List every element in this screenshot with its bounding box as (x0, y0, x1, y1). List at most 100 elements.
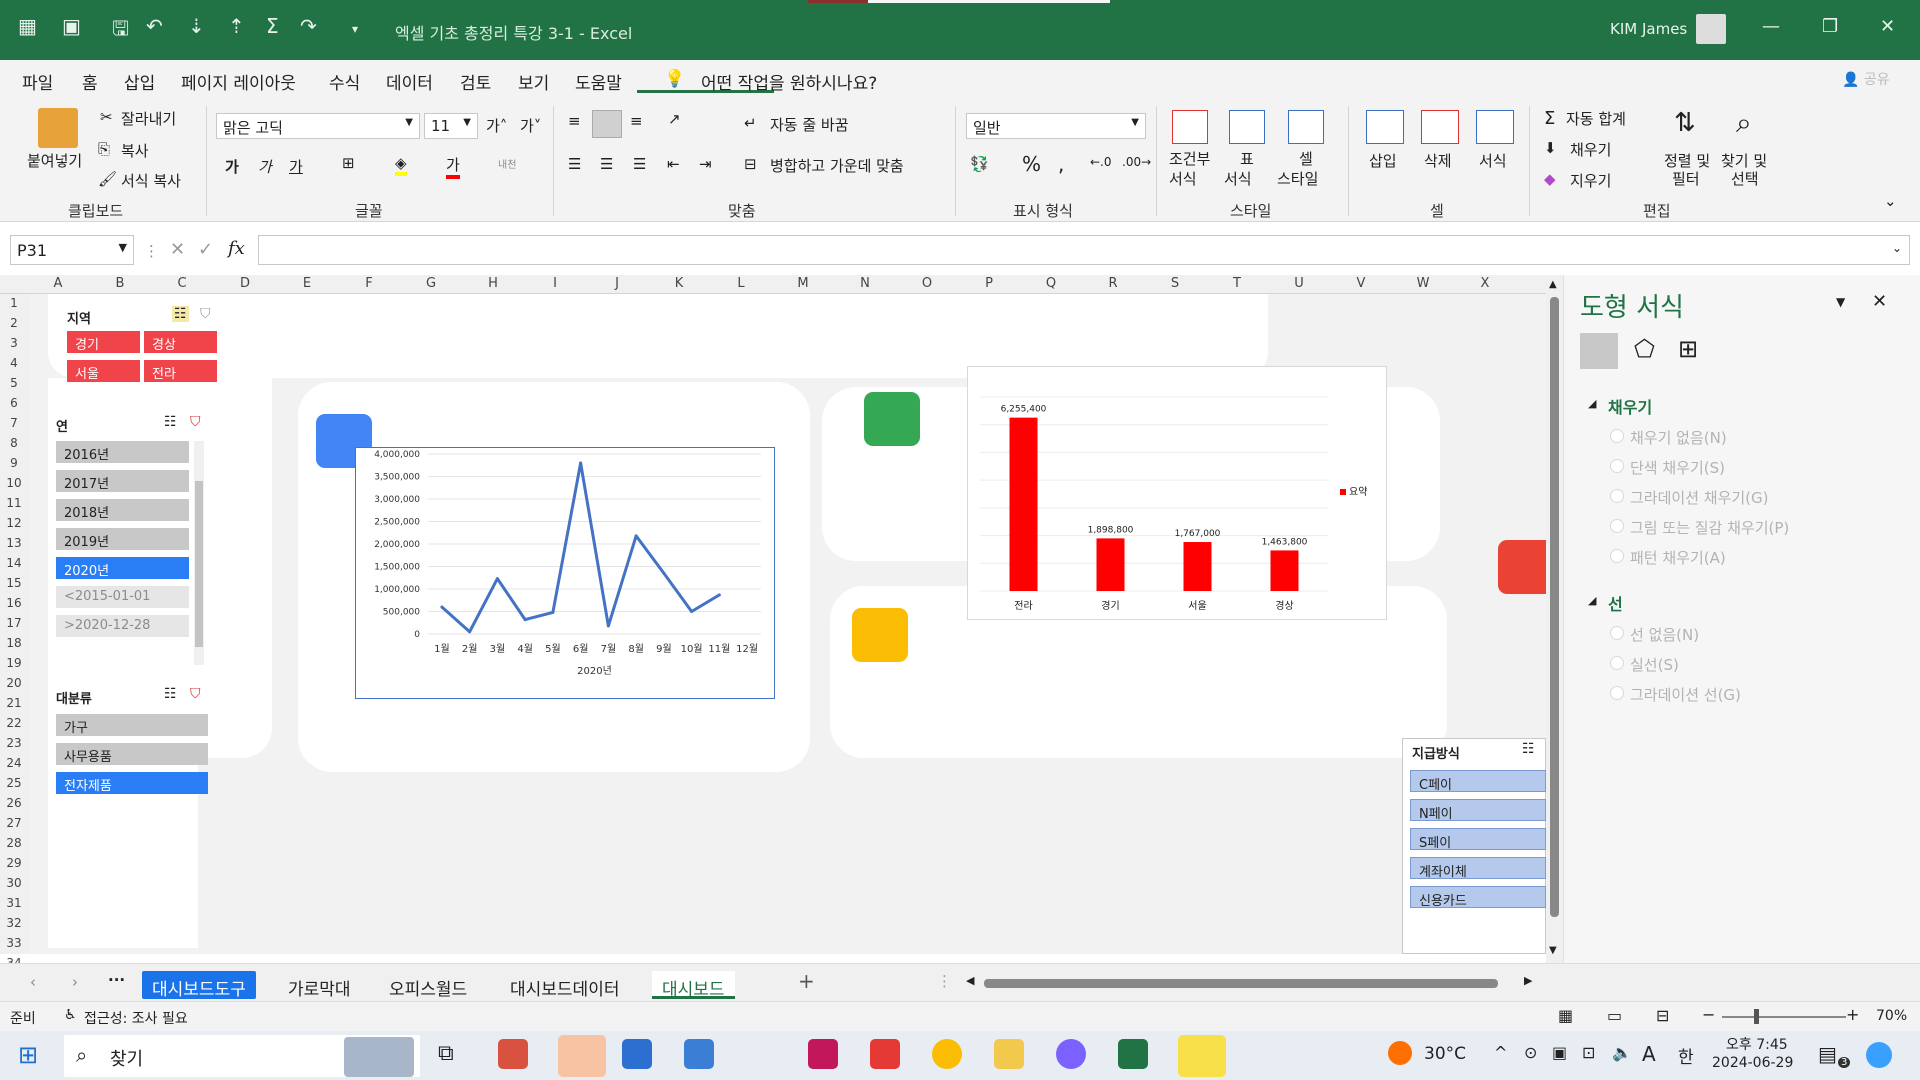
undo-icon[interactable]: ↶ (146, 14, 163, 38)
payment-item[interactable]: N페이 (1410, 799, 1546, 822)
row-header[interactable]: 21 (0, 696, 28, 710)
zoom-slider[interactable] (1722, 1016, 1846, 1018)
category-item-selected[interactable]: 전자제품 (56, 772, 208, 794)
column-header[interactable]: E (297, 276, 317, 291)
horizontal-scroll-thumb[interactable] (984, 979, 1498, 988)
row-header[interactable]: 10 (0, 476, 28, 490)
format-cells-icon[interactable] (1476, 110, 1514, 144)
weather-temp[interactable]: 30°C (1424, 1044, 1466, 1064)
column-header[interactable]: N (855, 276, 875, 291)
column-header[interactable]: W (1413, 276, 1433, 291)
row-header[interactable]: 12 (0, 516, 28, 530)
column-header[interactable]: H (483, 276, 503, 291)
column-header[interactable]: B (110, 276, 130, 291)
ime-mode[interactable]: A (1642, 1042, 1656, 1066)
percent-icon[interactable]: % (1022, 152, 1041, 176)
app-icon-sync[interactable] (870, 1039, 900, 1069)
currency-icon[interactable]: 💱 (970, 155, 989, 173)
column-header[interactable]: K (669, 276, 689, 291)
notification-icon[interactable]: ▤ (1818, 1042, 1837, 1066)
row-header[interactable]: 29 (0, 856, 28, 870)
paste-icon[interactable] (38, 108, 78, 148)
app-icon-paint[interactable] (498, 1039, 528, 1069)
collapse-icon[interactable]: ◢ (1588, 594, 1596, 607)
sort-filter-label-2[interactable]: 필터 (1672, 168, 1700, 189)
wrap-text-button[interactable]: 자동 줄 바꿈 (770, 114, 849, 135)
menu-data[interactable]: 데이터 (386, 69, 433, 94)
align-right-icon[interactable]: ☰ (633, 155, 646, 173)
year-item[interactable]: 2016년 (56, 441, 189, 463)
collapse-icon[interactable]: ◢ (1588, 397, 1596, 410)
insert-cells-button[interactable]: 삽입 (1369, 150, 1397, 171)
network-icon[interactable]: ⊡ (1582, 1043, 1595, 1062)
line-section-title[interactable]: 선 (1608, 591, 1623, 615)
sort-filter-icon[interactable]: ⇅ (1674, 108, 1696, 138)
menu-page-layout[interactable]: 페이지 레이아웃 (181, 69, 296, 94)
tell-me-input[interactable]: 어떤 작업을 원하시나요? (701, 69, 877, 94)
column-header[interactable]: C (172, 276, 192, 291)
line-option[interactable]: 선 없음(N) (1630, 624, 1699, 645)
row-header[interactable]: 26 (0, 796, 28, 810)
table-format-icon[interactable] (1229, 110, 1265, 144)
close-pane-icon[interactable]: ✕ (1872, 291, 1887, 312)
row-header[interactable]: 3 (0, 336, 28, 350)
menu-view[interactable]: 보기 (518, 69, 549, 94)
cell-styles-label-2[interactable]: 스타일 (1277, 168, 1318, 189)
year-item-selected[interactable]: 2020년 (56, 557, 189, 579)
row-header[interactable]: 28 (0, 836, 28, 850)
menu-help[interactable]: 도움말 (575, 69, 622, 94)
payment-item[interactable]: 계좌이체 (1410, 857, 1546, 880)
app-icon-pink[interactable] (808, 1039, 838, 1069)
cell-styles-icon[interactable] (1288, 110, 1324, 144)
line-option[interactable]: 실선(S) (1630, 654, 1679, 675)
menu-review[interactable]: 검토 (460, 69, 491, 94)
table-format-label-2[interactable]: 서식 (1224, 168, 1252, 189)
copilot-pre-icon[interactable] (1866, 1042, 1892, 1068)
fill-color-icon[interactable]: ◈ (395, 154, 407, 176)
payment-item[interactable]: 신용카드 (1410, 886, 1546, 909)
row-header[interactable]: 9 (0, 456, 28, 470)
row-header[interactable]: 32 (0, 916, 28, 930)
row-header[interactable]: 31 (0, 896, 28, 910)
excel-taskbar-icon[interactable] (1118, 1039, 1148, 1069)
customize-qat-icon[interactable]: ▾ (352, 22, 358, 36)
region-item-gyeonggi[interactable]: 경기 (67, 331, 140, 353)
radio[interactable] (1610, 489, 1624, 503)
size-properties-tab-icon[interactable]: ⊞ (1678, 335, 1698, 363)
radio[interactable] (1610, 459, 1624, 473)
slicer-scrollbar[interactable] (194, 441, 204, 665)
fill-option[interactable]: 패턴 채우기(A) (1630, 547, 1726, 568)
payment-item[interactable]: S페이 (1410, 828, 1546, 851)
user-name[interactable]: KIM James (1610, 20, 1687, 38)
restore-icon[interactable]: ❐ (1822, 16, 1838, 37)
column-header[interactable]: D (235, 276, 255, 291)
column-header[interactable]: R (1103, 276, 1123, 291)
decrease-indent-icon[interactable]: ⇤ (667, 155, 680, 173)
redo-icon[interactable]: ↷ (300, 14, 317, 38)
align-top-icon[interactable]: ≡ (568, 112, 581, 130)
row-header[interactable]: 25 (0, 776, 28, 790)
kakaotalk-icon[interactable] (1178, 1035, 1226, 1077)
close-icon[interactable]: ✕ (1880, 16, 1895, 37)
region-item-seoul[interactable]: 서울 (67, 360, 140, 382)
zoom-out-icon[interactable]: − (1702, 1005, 1715, 1024)
chrome-icon[interactable] (932, 1039, 962, 1069)
scroll-thumb[interactable] (1550, 297, 1559, 917)
row-header[interactable]: 11 (0, 496, 28, 510)
multiselect-icon[interactable]: ☷ (172, 306, 189, 322)
column-header[interactable]: J (607, 276, 627, 291)
accessibility-status[interactable]: 접근성: 조사 필요 (84, 1008, 188, 1028)
decrease-decimal-icon[interactable]: .00→ (1122, 155, 1151, 169)
cut-button[interactable]: 잘라내기 (121, 108, 176, 129)
phonetic-icon[interactable]: 내천 (498, 156, 516, 171)
volume-icon[interactable]: 🔈 (1612, 1043, 1632, 1062)
column-header[interactable]: F (359, 276, 379, 291)
sheet-tab[interactable]: 대시보드데이터 (500, 971, 629, 1000)
scroll-up-icon[interactable]: ▲ (1549, 279, 1557, 290)
fill-section-title[interactable]: 채우기 (1608, 394, 1652, 418)
clear-filter-icon[interactable]: ⛉ (200, 306, 211, 322)
file-explorer-icon[interactable] (994, 1039, 1024, 1069)
radio[interactable] (1610, 656, 1624, 670)
task-view-icon[interactable]: ⧉ (438, 1041, 454, 1066)
row-header[interactable]: 8 (0, 436, 28, 450)
